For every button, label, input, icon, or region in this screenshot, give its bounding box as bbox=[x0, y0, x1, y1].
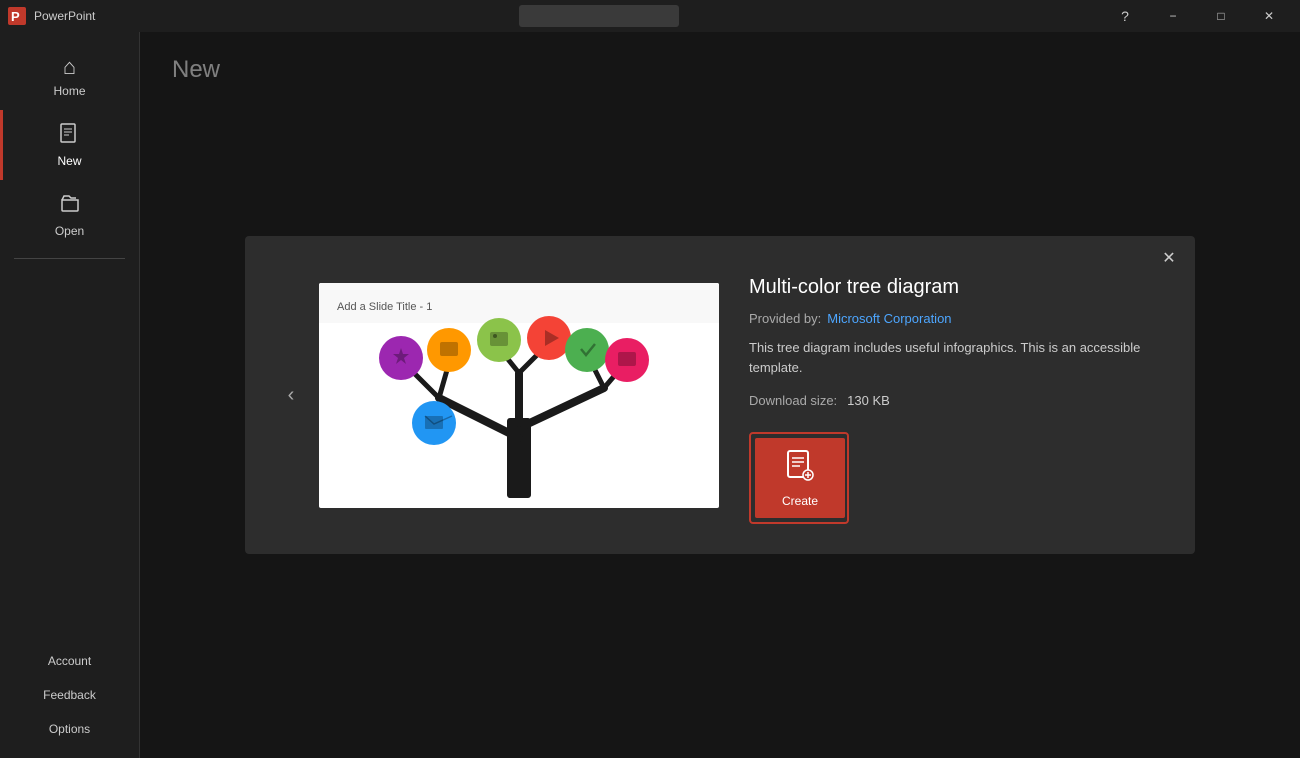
modal-overlay: ✕ ‹ Add a Slide Title - 1 bbox=[140, 32, 1300, 758]
download-label: Download size: bbox=[749, 393, 837, 408]
sidebar-label-new: New bbox=[57, 154, 81, 168]
modal-body: ‹ Add a Slide Title - 1 bbox=[245, 236, 1195, 554]
home-icon: ⌂ bbox=[63, 54, 76, 80]
template-description: This tree diagram includes useful infogr… bbox=[749, 338, 1165, 377]
template-info: Multi-color tree diagram Provided by: Mi… bbox=[749, 266, 1165, 524]
sidebar-item-new[interactable]: New bbox=[0, 110, 139, 180]
titlebar: P PowerPoint ? − □ ✕ bbox=[0, 0, 1300, 32]
sidebar-item-home[interactable]: ⌂ Home bbox=[0, 42, 139, 110]
sidebar-item-feedback[interactable]: Feedback bbox=[0, 678, 139, 712]
tree-diagram bbox=[349, 308, 689, 508]
modal-close-button[interactable]: ✕ bbox=[1157, 246, 1181, 270]
create-button-label: Create bbox=[782, 494, 818, 508]
prev-arrow[interactable]: ‹ bbox=[275, 379, 307, 411]
template-modal: ✕ ‹ Add a Slide Title - 1 bbox=[245, 236, 1195, 554]
sidebar-label-open: Open bbox=[55, 224, 84, 238]
sidebar-item-options[interactable]: Options bbox=[0, 712, 139, 746]
search-box[interactable] bbox=[519, 5, 679, 27]
sidebar-bottom: Account Feedback Options bbox=[0, 644, 139, 758]
help-icon[interactable]: ? bbox=[1102, 0, 1148, 32]
download-value: 130 KB bbox=[847, 393, 890, 408]
svg-text:P: P bbox=[11, 9, 20, 24]
template-preview-area: ‹ Add a Slide Title - 1 bbox=[275, 266, 719, 524]
create-button[interactable]: Create bbox=[755, 438, 845, 518]
provided-by-label: Provided by: bbox=[749, 311, 821, 326]
titlebar-right: ? − □ ✕ bbox=[1102, 0, 1292, 32]
create-button-wrapper: Create bbox=[749, 432, 849, 524]
sidebar-label-home: Home bbox=[53, 84, 85, 98]
maximize-button[interactable]: □ bbox=[1198, 0, 1244, 32]
provided-by: Provided by: Microsoft Corporation bbox=[749, 311, 1165, 326]
download-size: Download size: 130 KB bbox=[749, 393, 1165, 408]
open-icon bbox=[59, 192, 81, 220]
app-title: PowerPoint bbox=[34, 9, 95, 23]
template-name: Multi-color tree diagram bbox=[749, 276, 1165, 299]
minimize-button[interactable]: − bbox=[1150, 0, 1196, 32]
main-layout: ⌂ Home New Open bbox=[0, 32, 1300, 758]
sidebar-item-account[interactable]: Account bbox=[0, 644, 139, 678]
app-icon: P bbox=[8, 7, 26, 25]
new-icon bbox=[59, 122, 81, 150]
sidebar-item-open[interactable]: Open bbox=[0, 180, 139, 250]
titlebar-left: P PowerPoint bbox=[8, 7, 95, 25]
template-preview: Add a Slide Title - 1 bbox=[319, 283, 719, 508]
provided-by-value[interactable]: Microsoft Corporation bbox=[827, 311, 951, 326]
create-button-icon bbox=[786, 449, 814, 488]
close-button[interactable]: ✕ bbox=[1246, 0, 1292, 32]
sidebar-divider bbox=[14, 258, 125, 259]
content-area: New ✕ ‹ Add a Slide Title - 1 bbox=[140, 32, 1300, 758]
titlebar-center bbox=[95, 5, 1102, 27]
sidebar: ⌂ Home New Open bbox=[0, 32, 140, 758]
